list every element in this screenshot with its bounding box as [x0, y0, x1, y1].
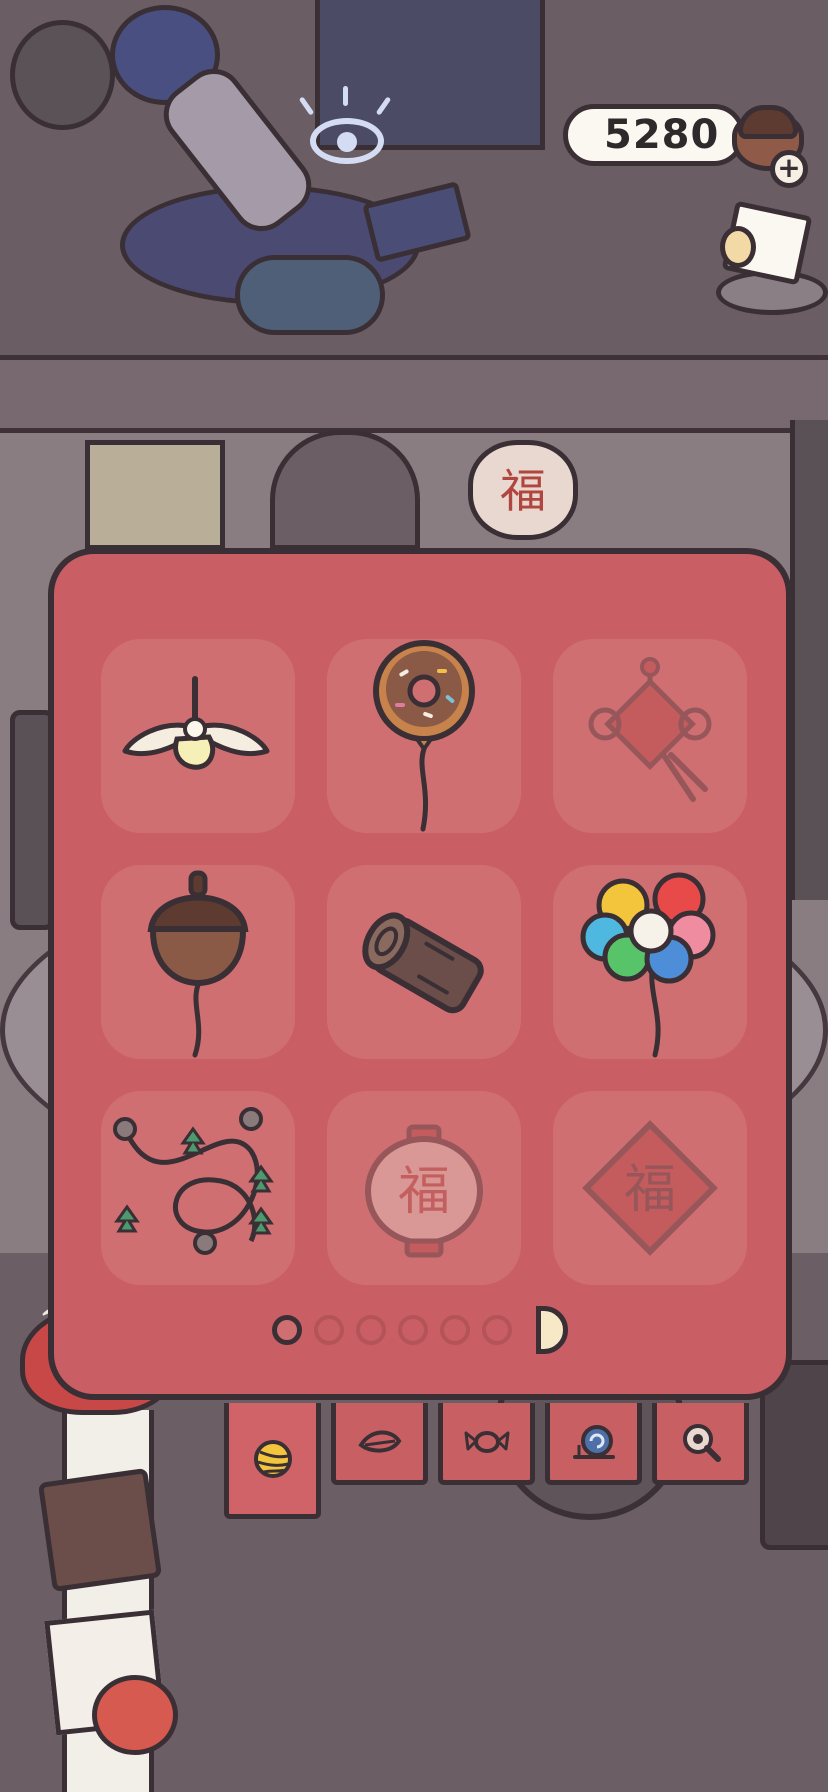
- ledger-book[interactable]: [37, 1467, 163, 1593]
- currency-display: 5280: [563, 104, 745, 166]
- decor-slot[interactable]: [101, 1091, 295, 1285]
- donut-balloon-icon: [373, 640, 475, 832]
- arched-door: [270, 430, 420, 550]
- fu-lantern-label: 福: [398, 1162, 450, 1222]
- window-curtain: [85, 440, 225, 550]
- acorn-icon[interactable]: +: [730, 95, 810, 188]
- decor-slot[interactable]: [101, 639, 295, 833]
- decoration-panel: 福 福: [48, 548, 792, 1400]
- next-page-arrow-icon[interactable]: [536, 1306, 568, 1354]
- decoration-grid: 福 福: [101, 639, 747, 1285]
- ceiling-fan-lamp-icon: [122, 676, 270, 770]
- candy-icon: [464, 1430, 509, 1453]
- ladder: [790, 420, 828, 900]
- chinese-knot-icon: [588, 657, 712, 802]
- fu-diamond-sign-icon: 福: [582, 1120, 718, 1256]
- decor-slot-locked[interactable]: [553, 639, 747, 833]
- currency-value: 5280: [604, 112, 720, 158]
- apple[interactable]: [92, 1675, 178, 1755]
- decor-slot[interactable]: [327, 639, 521, 833]
- round-lantern: [10, 20, 115, 130]
- acorn-garland-icon: [113, 1107, 274, 1255]
- floor-cushion: [235, 255, 385, 335]
- tab-candy[interactable]: [438, 1403, 535, 1485]
- page-dot-6[interactable]: [482, 1315, 512, 1345]
- decor-slot-locked[interactable]: 福: [327, 1091, 521, 1285]
- decor-slot[interactable]: [553, 865, 747, 1059]
- tab-leaf[interactable]: [331, 1403, 428, 1485]
- rainbow-balloon-bunch-icon: [580, 872, 716, 1058]
- tab-snail[interactable]: [545, 1403, 642, 1485]
- decor-slot[interactable]: [327, 865, 521, 1059]
- acorn-balloon-icon: [147, 870, 249, 1058]
- leaf-icon: [357, 1430, 401, 1452]
- loft-beam: [0, 355, 828, 433]
- page-dot-4[interactable]: [398, 1315, 428, 1345]
- fu-lantern-icon: 福: [365, 1124, 483, 1258]
- fu-lantern-decoration[interactable]: 福: [468, 440, 578, 540]
- decor-slot-locked[interactable]: 福: [553, 1091, 747, 1285]
- tab-search[interactable]: [652, 1403, 749, 1485]
- snail-icon: [572, 1424, 615, 1459]
- fu-sign-label: 福: [624, 1160, 676, 1220]
- page-indicator: [54, 1306, 786, 1354]
- page-dot-1[interactable]: [272, 1315, 302, 1345]
- decor-slot[interactable]: [101, 865, 295, 1059]
- journal-icon[interactable]: [716, 200, 828, 315]
- yarn-ball-icon: [253, 1439, 292, 1478]
- plus-icon[interactable]: +: [770, 150, 808, 188]
- page-dot-3[interactable]: [356, 1315, 386, 1345]
- page-dot-2[interactable]: [314, 1315, 344, 1345]
- tab-yarn[interactable]: [224, 1403, 321, 1519]
- category-tabs: [224, 1403, 749, 1523]
- log-stool-icon: [362, 912, 484, 1014]
- page-dot-5[interactable]: [440, 1315, 470, 1345]
- magnifier-icon: [682, 1423, 721, 1462]
